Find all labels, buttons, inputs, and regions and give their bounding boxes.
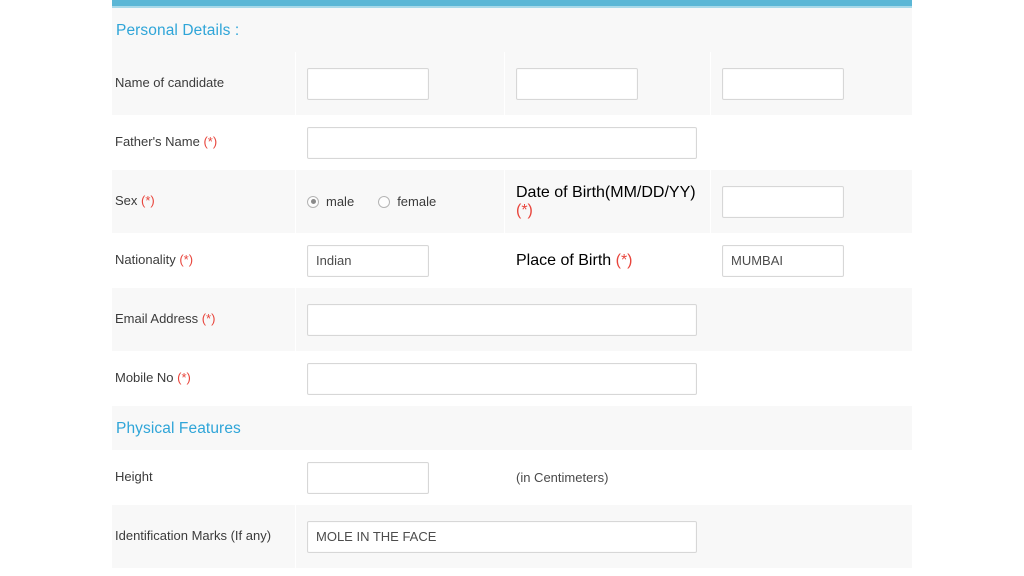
field-label-sex: Sex (*) — [115, 193, 155, 209]
field-label-text: Email Address — [115, 311, 202, 326]
field-cell-date-of-birth — [711, 170, 915, 233]
identification-marks-input[interactable] — [307, 521, 697, 553]
name-last-input[interactable] — [722, 68, 844, 100]
field-cell-identification-marks — [296, 505, 912, 568]
label-cell-email-address: Email Address (*) — [112, 288, 295, 351]
application-form: Personal Details : Name of candidate Fat… — [112, 0, 912, 568]
section-header-personal-details: Personal Details : — [112, 8, 912, 52]
name-first-input[interactable] — [307, 68, 429, 100]
label-cell-date-of-birth: Date of Birth(MM/DD/YY) (*) — [505, 170, 710, 233]
form-row-email-address: Email Address (*) — [112, 288, 912, 351]
required-marker: (*) — [203, 134, 217, 149]
field-label-text: Place of Birth — [516, 252, 616, 269]
section-title-physical-features: Physical Features — [116, 420, 241, 437]
label-cell-mobile-no: Mobile No (*) — [112, 351, 295, 406]
field-cell-name-first — [296, 52, 504, 115]
field-label-text: Nationality — [115, 252, 179, 267]
field-label-place-of-birth: Place of Birth (*) — [516, 252, 633, 270]
label-cell-nationality: Nationality (*) — [112, 233, 295, 288]
label-cell-sex: Sex (*) — [112, 170, 295, 233]
sex-radio-group: male female — [307, 194, 436, 209]
radio-option-male[interactable]: male — [307, 194, 354, 209]
section-header-physical-features: Physical Features — [112, 406, 912, 450]
field-label-name-of-candidate: Name of candidate — [115, 75, 224, 91]
required-marker: (*) — [616, 252, 633, 269]
radio-option-female[interactable]: female — [378, 194, 436, 209]
field-label-email-address: Email Address (*) — [115, 311, 215, 327]
label-cell-name-of-candidate: Name of candidate — [112, 52, 295, 115]
field-cell-place-of-birth — [711, 233, 915, 288]
field-label-text: Father's Name — [115, 134, 203, 149]
field-cell-fathers-name — [296, 115, 912, 170]
field-cell-height-spacer — [711, 450, 915, 505]
field-label-date-of-birth: Date of Birth(MM/DD/YY) (*) — [516, 184, 710, 220]
form-row-fathers-name: Father's Name (*) — [112, 115, 912, 170]
radio-unselected-icon[interactable] — [378, 196, 390, 208]
field-label-text: Sex — [115, 193, 141, 208]
field-label-text: Date of Birth(MM/DD/YY) — [516, 184, 696, 201]
label-cell-place-of-birth: Place of Birth (*) — [505, 233, 710, 288]
label-cell-fathers-name: Father's Name (*) — [112, 115, 295, 170]
form-row-name-of-candidate: Name of candidate — [112, 52, 912, 115]
field-label-nationality: Nationality (*) — [115, 252, 193, 268]
radio-selected-icon[interactable] — [307, 196, 319, 208]
field-cell-email-address — [296, 288, 912, 351]
email-address-input[interactable] — [307, 304, 697, 336]
field-cell-mobile-no — [296, 351, 912, 406]
required-marker: (*) — [202, 311, 216, 326]
accent-bar — [112, 0, 912, 8]
field-label-text: Mobile No — [115, 370, 177, 385]
label-cell-height: Height — [112, 450, 295, 505]
field-cell-height — [296, 450, 504, 505]
form-row-nationality-place-of-birth: Nationality (*) Place of Birth (*) — [112, 233, 912, 288]
field-cell-name-last — [711, 52, 915, 115]
form-row-height: Height (in Centimeters) — [112, 450, 912, 505]
required-marker: (*) — [141, 193, 155, 208]
field-label-text: Identification Marks (If any) — [115, 528, 271, 543]
fathers-name-input[interactable] — [307, 127, 697, 159]
date-of-birth-input[interactable] — [722, 186, 844, 218]
required-marker: (*) — [179, 252, 193, 267]
form-row-mobile-no: Mobile No (*) — [112, 351, 912, 406]
required-marker: (*) — [177, 370, 191, 385]
height-unit-hint: (in Centimeters) — [516, 470, 608, 485]
section-title-personal-details: Personal Details : — [116, 22, 239, 39]
field-cell-sex-options: male female — [296, 170, 504, 233]
mobile-no-input[interactable] — [307, 363, 697, 395]
field-cell-name-middle — [505, 52, 710, 115]
field-label-text: Name of candidate — [115, 75, 224, 90]
radio-label-female: female — [397, 194, 436, 209]
height-input[interactable] — [307, 462, 429, 494]
field-label-mobile-no: Mobile No (*) — [115, 370, 191, 386]
field-label-identification-marks: Identification Marks (If any) — [115, 528, 271, 544]
nationality-input[interactable] — [307, 245, 429, 277]
form-row-identification-marks: Identification Marks (If any) — [112, 505, 912, 568]
field-label-text: Height — [115, 469, 153, 484]
field-cell-height-unit-hint: (in Centimeters) — [505, 450, 710, 505]
field-label-fathers-name: Father's Name (*) — [115, 134, 217, 150]
radio-label-male: male — [326, 194, 354, 209]
form-row-sex-dob: Sex (*) male female Date of Birth(MM/DD/… — [112, 170, 912, 233]
field-label-height: Height — [115, 469, 153, 485]
field-cell-nationality — [296, 233, 504, 288]
label-cell-identification-marks: Identification Marks (If any) — [112, 505, 295, 568]
place-of-birth-input[interactable] — [722, 245, 844, 277]
name-middle-input[interactable] — [516, 68, 638, 100]
required-marker: (*) — [516, 202, 533, 219]
